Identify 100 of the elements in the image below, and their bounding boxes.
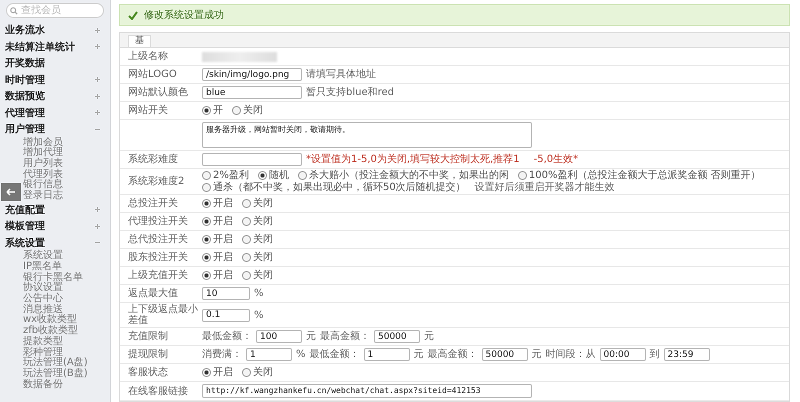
radio-option[interactable]: 100%盈利（总投注金额大于总派奖金额 否则重开） (518, 170, 761, 181)
menu-group[interactable]: 数据预览 (0, 88, 110, 104)
input-field[interactable]: 00:00 (600, 348, 646, 361)
field-label: 返点最大值 (127, 288, 179, 299)
radio-icon[interactable] (298, 171, 307, 180)
input-field[interactable]: 1 (364, 348, 410, 361)
menu-item[interactable]: 提款类型 (0, 336, 110, 348)
menu-item[interactable]: 系统设置 (0, 251, 110, 262)
field-label: 系统彩难度 (127, 154, 179, 165)
radio-icon[interactable] (202, 106, 211, 115)
menu-item[interactable]: 银行信息 (0, 180, 110, 192)
radio-option[interactable]: 关闭 (242, 252, 273, 263)
menu-item[interactable]: 公告中心 (0, 294, 110, 305)
field-label: 网站开关 (127, 105, 169, 116)
radio-icon[interactable] (202, 235, 211, 244)
hint-text: 请填写具体地址 (306, 69, 376, 80)
menu-item[interactable]: 增加代理 (0, 148, 110, 159)
radio-icon[interactable] (242, 217, 251, 226)
field-label: 上级名称 (127, 51, 169, 62)
input-field[interactable] (202, 153, 302, 166)
menu-group[interactable]: 代理管理 (0, 104, 110, 121)
menu-item[interactable]: 数据备份 (0, 380, 110, 390)
menu-item[interactable]: 玩法管理(A盘) (0, 358, 110, 369)
input-field[interactable]: 50000 (482, 348, 528, 361)
radio-option[interactable]: 关闭 (232, 105, 263, 116)
alert-text: 修改系统设置成功 (144, 8, 224, 22)
menu-item[interactable]: 玩法管理(B盘) (0, 368, 110, 380)
check-icon (128, 10, 138, 20)
radio-option[interactable]: 开启 (202, 216, 233, 227)
radio-icon[interactable] (202, 171, 211, 180)
radio-icon[interactable] (202, 271, 211, 280)
radio-option[interactable]: 开启 (202, 270, 233, 281)
back-button[interactable] (1, 183, 21, 201)
menu-item[interactable]: 代理列表 (0, 170, 110, 180)
radio-icon[interactable] (242, 199, 251, 208)
menu-group[interactable]: 模板管理 (0, 218, 110, 235)
menu-group[interactable]: 时时管理 (0, 72, 110, 88)
radio-option[interactable]: 开启 (202, 234, 233, 245)
unit-text: 元 (424, 331, 434, 342)
radio-option[interactable]: 关闭 (242, 198, 273, 209)
radio-icon[interactable] (242, 271, 251, 280)
input-field[interactable]: 100 (256, 330, 302, 343)
radio-icon[interactable] (242, 368, 251, 377)
radio-icon[interactable] (232, 106, 241, 115)
field-prefix: 最低金额： (202, 331, 252, 342)
tab[interactable]: 基 (128, 35, 151, 47)
radio-option[interactable]: 通杀（都不中奖，如果出现必中，循环50次后随机提交） (202, 182, 466, 193)
field-label: 代理投注开关 (127, 216, 189, 227)
field-prefix: 最高金额： (320, 331, 370, 342)
input-field[interactable]: 10 (202, 287, 250, 300)
radio-option[interactable]: 开启 (202, 198, 233, 209)
radio-option[interactable]: 关闭 (242, 216, 273, 227)
radio-option[interactable]: 关闭 (242, 270, 273, 281)
input-field[interactable]: /skin/img/logo.png (202, 68, 302, 81)
radio-icon[interactable] (518, 171, 527, 180)
menu-group[interactable]: 开奖数据 (0, 55, 110, 72)
menu-item[interactable]: 用户列表 (0, 158, 110, 170)
radio-icon[interactable] (202, 183, 211, 192)
radio-icon[interactable] (202, 368, 211, 377)
radio-icon[interactable] (242, 253, 251, 262)
radio-option[interactable]: 开启 (202, 367, 233, 378)
hint-text: 暂只支持blue和red (306, 87, 394, 98)
input-field[interactable]: 50000 (374, 330, 420, 343)
input-field[interactable]: blue (202, 86, 302, 99)
radio-option[interactable]: 开启 (202, 252, 233, 263)
search-icon (10, 6, 18, 14)
menu-group[interactable]: 未结算注单统计 (0, 38, 110, 55)
menu-group[interactable]: 业务流水 (0, 22, 110, 38)
search-field[interactable]: 查找会员 (6, 3, 104, 18)
input-field[interactable]: 23:59 (664, 348, 710, 361)
radio-icon[interactable] (202, 199, 211, 208)
text-area[interactable]: 服务器升级，网站暂时关闭，敬请期待。 (202, 122, 532, 148)
field-label: 网站默认颜色 (127, 87, 189, 98)
radio-option[interactable]: 开 (202, 105, 223, 116)
menu-group[interactable]: 充值配置 (0, 202, 110, 218)
radio-icon[interactable] (242, 235, 251, 244)
radio-icon[interactable] (202, 253, 211, 262)
radio-option[interactable]: 随机 (258, 170, 289, 181)
input-field[interactable]: 0.1 (202, 308, 250, 322)
menu-item[interactable]: 增加会员 (0, 138, 110, 148)
input-field[interactable]: 1 (246, 348, 292, 361)
field-prefix: 最高金额： (428, 349, 478, 360)
field-label: 上级充值开关 (127, 270, 189, 281)
radio-option[interactable]: 关闭 (242, 234, 273, 245)
field-prefix: 最低金额： (310, 349, 360, 360)
radio-option[interactable]: 杀大赔小（投注金额大的不中奖，如果出的闲 (298, 170, 509, 181)
menu-item[interactable]: IP黑名单 (0, 262, 110, 273)
radio-icon[interactable] (202, 217, 211, 226)
radio-option[interactable]: 关闭 (242, 367, 273, 378)
menu-group[interactable]: 用户管理 (0, 121, 110, 138)
radio-option[interactable]: 2%盈利 (202, 170, 249, 181)
menu-item[interactable]: 登录日志 (0, 191, 110, 202)
unit-text: 元 (414, 349, 424, 360)
field-label: 充值限制 (127, 331, 169, 342)
note-text: 设置好后须重启开奖器才能生效 (474, 182, 615, 193)
menu-item[interactable]: zfb收款类型 (0, 326, 110, 337)
text-area[interactable]: http://kf.wangzhankefu.cn/webchat/chat.aspx?siteid=412153 (202, 384, 532, 398)
radio-icon[interactable] (258, 171, 267, 180)
field-label: 系统彩难度2 (127, 176, 186, 187)
unit-text: % (254, 288, 264, 299)
